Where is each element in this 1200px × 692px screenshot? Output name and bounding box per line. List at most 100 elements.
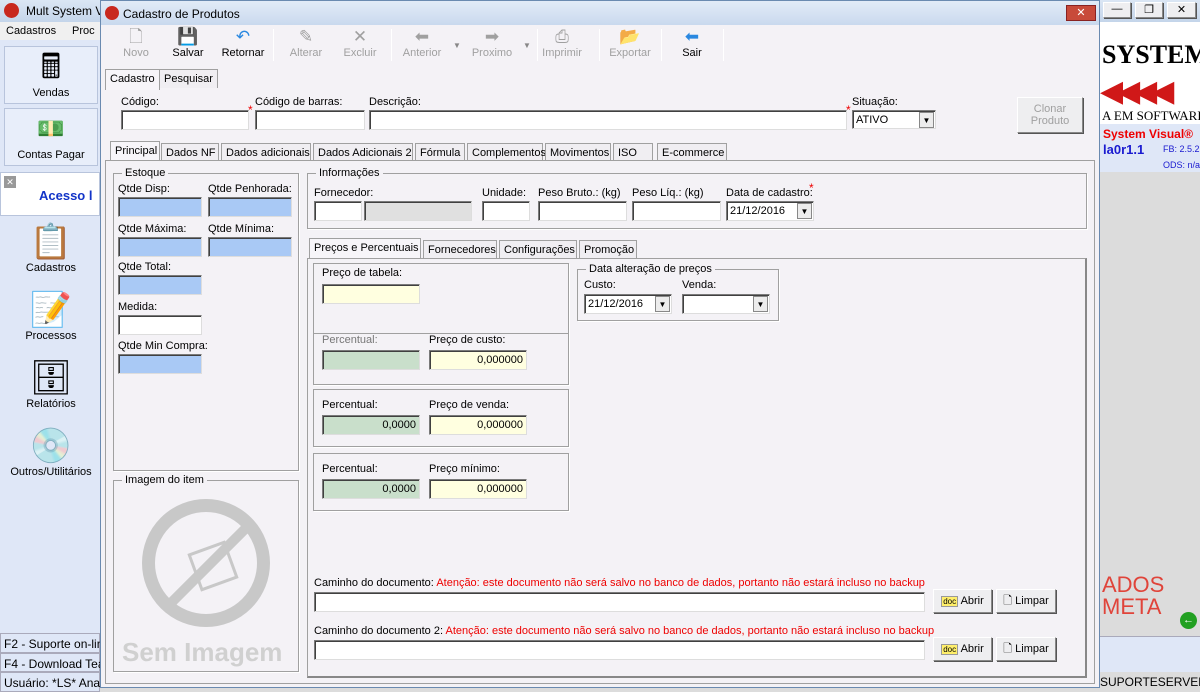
sidebar-item-label: Processos <box>25 330 77 342</box>
fornecedor-name-input <box>364 201 472 221</box>
data-venda-input[interactable]: ▼ <box>682 294 770 314</box>
sidebar-item-contas-pagar[interactable]: 💵 Contas Pagar <box>4 108 98 166</box>
precos-tab-2[interactable]: Configurações <box>499 240 577 259</box>
required-marker: * <box>248 103 253 117</box>
status-strip <box>1100 636 1200 672</box>
close-icon[interactable]: ✕ <box>4 176 16 188</box>
sidebar-item-label: Cadastros <box>25 262 77 274</box>
unidade-label: Unidade: <box>482 187 527 199</box>
chevron-down-icon[interactable]: ▼ <box>453 41 461 50</box>
required-marker: * <box>846 103 851 117</box>
precos-tab-3[interactable]: Promoção <box>579 240 637 259</box>
abrir-button-1[interactable]: doc Abrir <box>933 589 992 613</box>
limpar-button-2[interactable]: 🗋 Limpar <box>996 637 1056 661</box>
qtde-maxima-label: Qtde Máxima: <box>118 223 187 235</box>
imagem-group[interactable]: Imagem do item Sem Imagem <box>113 474 299 672</box>
subtab-0[interactable]: Principal <box>110 141 160 162</box>
cash-register-icon: 🖩 <box>40 48 62 86</box>
doc-path-input-2[interactable] <box>314 640 925 660</box>
doc-path-input-1[interactable] <box>314 592 925 612</box>
app-logo-icon <box>4 3 19 18</box>
chevron-down-icon: ▼ <box>919 112 934 128</box>
clonar-produto-button[interactable]: Clonar Produto <box>1017 97 1083 133</box>
situacao-select[interactable]: ATIVO ▼ <box>852 110 936 129</box>
app-title: Mult System V <box>26 4 104 18</box>
abrir-button-2[interactable]: doc Abrir <box>933 637 992 661</box>
chevron-down-icon[interactable]: ▼ <box>655 296 670 312</box>
medida-label: Medida: <box>118 301 158 313</box>
edit-icon: ✎ <box>298 27 314 46</box>
barras-label: Código de barras: <box>255 96 343 108</box>
percentual-venda-label: Percentual: <box>322 399 378 411</box>
fornecedor-code-input[interactable] <box>314 201 362 221</box>
sidebar-item-cadastros[interactable]: 📋 Cadastros <box>4 222 98 274</box>
sidebar-item-relatorios[interactable]: 🗄 Relatórios <box>4 358 98 410</box>
qtde-minima-input[interactable] <box>208 237 292 257</box>
app-close-button[interactable]: ✕ <box>1167 2 1196 18</box>
codigo-input[interactable] <box>121 110 249 130</box>
chevron-down-icon[interactable]: ▼ <box>753 296 768 312</box>
window-close-button[interactable]: ✕ <box>1066 5 1096 21</box>
qtde-min-compra-input[interactable] <box>118 354 202 374</box>
toolbar-imprimir-button[interactable]: ⎙ Imprimir <box>537 27 587 65</box>
new-doc-icon: 🗋 <box>129 27 143 46</box>
brand: System Visual® <box>1103 127 1193 141</box>
percentual-minimo-input[interactable]: 0,0000 <box>322 479 420 499</box>
qtde-total-input[interactable] <box>118 275 202 295</box>
window-title: Cadastro de Produtos <box>123 7 240 21</box>
sidebar-item-outros[interactable]: 💿 Outros/Utilitários <box>4 426 98 478</box>
data-cadastro-input[interactable]: 21/12/2016 ▼ <box>726 201 814 221</box>
chevron-down-icon[interactable]: ▼ <box>797 203 812 219</box>
qtde-maxima-input[interactable] <box>118 237 202 257</box>
fb-version: FB: 2.5.2 <box>1163 144 1200 154</box>
peso-liq-input[interactable] <box>632 201 721 221</box>
precos-tab-0[interactable]: Preços e Percentuais <box>309 238 421 259</box>
minimize-button[interactable]: — <box>1103 2 1131 18</box>
descricao-input[interactable] <box>369 110 847 130</box>
tab-pesquisar[interactable]: Pesquisar <box>159 69 218 88</box>
toolbar-excluir-button[interactable]: ✕ Excluir <box>335 27 385 65</box>
percentual-custo-label: Percentual: <box>322 334 378 346</box>
data-custo-label: Custo: <box>584 279 616 291</box>
version-panel: System Visual® la0r1.1 FB: 2.5.2 ODS: n/… <box>1100 124 1200 172</box>
preco-custo-input[interactable]: 0,000000 <box>429 350 527 370</box>
precos-tab-1[interactable]: Fornecedores <box>423 240 497 259</box>
barras-input[interactable] <box>255 110 365 130</box>
sidebar-item-processos[interactable]: 📝 Processos <box>4 290 98 342</box>
restore-button[interactable]: ❐ <box>1135 2 1163 18</box>
preco-minimo-input[interactable]: 0,000000 <box>429 479 527 499</box>
toolbar-salvar-button[interactable]: 💾 Salvar <box>163 27 213 65</box>
data-custo-input[interactable]: 21/12/2016 ▼ <box>584 294 672 314</box>
sem-imagem-label: Sem Imagem <box>122 637 283 667</box>
unidade-input[interactable] <box>482 201 530 221</box>
limpar-button-1[interactable]: 🗋 Limpar <box>996 589 1056 613</box>
back-arrow-icon[interactable]: ← <box>1180 612 1197 629</box>
toolbar-alterar-button[interactable]: ✎ Alterar <box>281 27 331 65</box>
preco-venda-input[interactable]: 0,000000 <box>429 415 527 435</box>
toolbar-proximo-button[interactable]: ➡ Proximo <box>467 27 517 65</box>
toolbar-anterior-button[interactable]: ⬅ Anterior <box>397 27 447 65</box>
app-window-controls: — ❐ ✕ <box>1103 2 1198 20</box>
qtde-disp-input[interactable] <box>118 197 202 217</box>
percentual-venda-input[interactable]: 0,0000 <box>322 415 420 435</box>
sidebar-item-vendas[interactable]: 🖩 Vendas <box>4 46 98 104</box>
preco-venda-label: Preço de venda: <box>429 399 510 411</box>
toolbar-retornar-button[interactable]: ↶ Retornar <box>213 27 273 65</box>
preco-tabela-input[interactable] <box>322 284 420 304</box>
tab-cadastro[interactable]: Cadastro <box>105 69 160 90</box>
menu-processos[interactable]: Proc <box>72 25 95 37</box>
clipboard-user-icon: 📋 <box>29 223 73 261</box>
medida-input[interactable] <box>118 315 202 335</box>
menu-cadastros[interactable]: Cadastros <box>6 25 56 37</box>
peso-bruto-input[interactable] <box>538 201 627 221</box>
acesso-bar[interactable]: ✕ Acesso l <box>0 172 100 216</box>
toolbar-sair-button[interactable]: ⬅ Sair <box>667 27 717 65</box>
ods-version: ODS: n/a <box>1163 160 1200 170</box>
chevron-down-icon[interactable]: ▼ <box>523 41 531 50</box>
qtde-penhorada-input[interactable] <box>208 197 292 217</box>
toolbar-exportar-button[interactable]: 📂 Exportar <box>605 27 655 65</box>
qtde-penhorada-label: Qtde Penhorada: <box>208 183 292 195</box>
banner: ADOS META ← <box>1100 572 1200 632</box>
sidebar-item-label: Outros/Utilitários <box>10 466 92 478</box>
toolbar-novo-button[interactable]: 🗋 Novo <box>111 27 161 65</box>
